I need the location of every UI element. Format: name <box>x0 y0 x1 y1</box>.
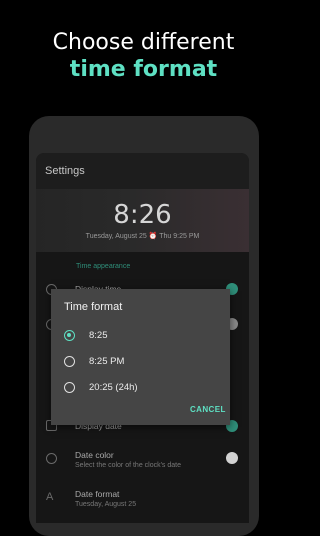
clock-date: Tuesday, August 25 ⏰ Thu 9:25 PM <box>85 233 200 240</box>
text-format-icon: A <box>46 491 54 503</box>
radio-selected[interactable] <box>64 330 75 341</box>
dialog-title: Time format <box>64 301 123 313</box>
setting-date-color-subtitle: Select the color of the clock's date <box>75 462 182 469</box>
cancel-button[interactable]: CANCEL <box>190 405 226 414</box>
radio-unselected[interactable] <box>64 356 75 367</box>
option-24h[interactable]: 20:25 (24h) <box>51 376 230 400</box>
date-color-swatch[interactable] <box>226 452 238 464</box>
option-label: 20:25 (24h) <box>89 382 138 393</box>
promo-line-2: time format <box>69 57 218 82</box>
section-label: Time appearance <box>76 263 131 270</box>
setting-date-format[interactable]: Date format <box>75 489 119 499</box>
setting-date-color[interactable]: Date color <box>75 450 114 460</box>
palette-icon <box>46 453 57 464</box>
option-label: 8:25 <box>89 330 108 341</box>
option-12h-short[interactable]: 8:25 <box>51 324 230 348</box>
time-format-dialog: Time format 8:25 8:25 PM 20:25 (24h) CAN… <box>51 289 230 425</box>
option-label: 8:25 PM <box>89 356 125 367</box>
promo-line-1: Choose different <box>52 30 235 55</box>
setting-date-format-subtitle: Tuesday, August 25 <box>75 501 137 508</box>
app-title: Settings <box>45 165 85 177</box>
radio-unselected[interactable] <box>64 382 75 393</box>
app-bar: Settings <box>36 153 249 189</box>
clock-time: 8:26 <box>113 200 172 230</box>
option-12h-ampm[interactable]: 8:25 PM <box>51 350 230 374</box>
